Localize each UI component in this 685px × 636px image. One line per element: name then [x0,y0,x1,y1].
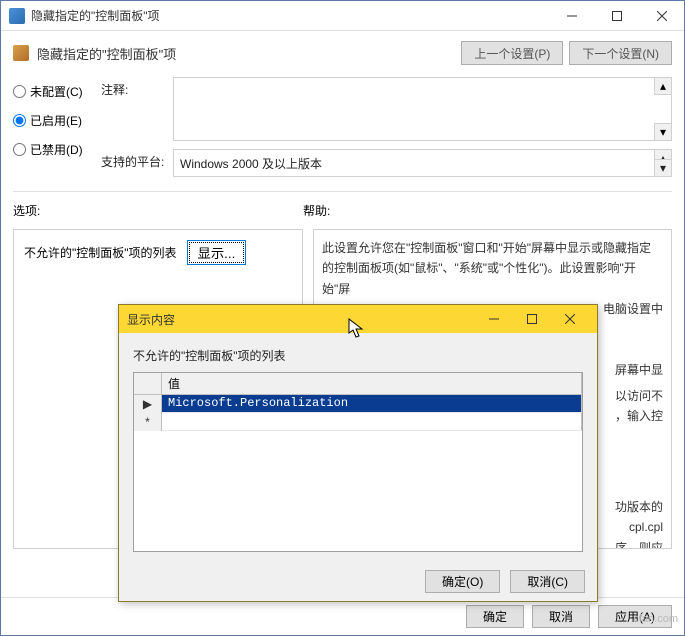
dialog-list-label: 不允许的"控制面板"项的列表 [133,347,583,364]
dialog-ok-button[interactable]: 确定(O) [425,570,500,593]
options-list-label: 不允许的"控制面板"项的列表 [24,244,177,261]
dialog-maximize-button[interactable] [513,305,551,333]
dialog-title: 显示内容 [127,311,175,328]
comment-label: 注释: [101,77,173,98]
grid-marker-header [134,373,162,394]
policy-icon [13,45,29,61]
scroll-up-icon[interactable]: ▴ [654,78,671,95]
scroll-down-icon[interactable]: ▾ [654,123,671,140]
dialog-minimize-button[interactable] [475,305,513,333]
radio-enabled[interactable]: 已启用(E) [13,112,101,129]
radio-disabled[interactable]: 已禁用(D) [13,141,101,158]
dialog-cancel-button[interactable]: 取消(C) [510,570,585,593]
ok-button[interactable]: 确定 [466,605,524,628]
divider [13,191,672,192]
help-text: 此设置允许您在"控制面板"窗口和"开始"屏幕中显示或隐藏指定的控制面板项(如"鼠… [322,238,663,299]
grid-row[interactable]: ▶ Microsoft.Personalization [134,395,582,413]
platform-field: Windows 2000 及以上版本 ▴ ▾ [173,149,672,177]
scroll-down-icon[interactable]: ▾ [654,159,671,176]
close-button[interactable] [639,1,684,31]
prev-setting-button[interactable]: 上一个设置(P) [461,41,563,65]
grid-column-header[interactable]: 值 [162,373,582,394]
grid-cell[interactable]: Microsoft.Personalization [162,395,582,413]
titlebar: 隐藏指定的"控制面板"项 [1,1,684,31]
maximize-button[interactable] [594,1,639,31]
dialog-close-button[interactable] [551,305,589,333]
platform-value: Windows 2000 及以上版本 [180,155,322,172]
policy-name: 隐藏指定的"控制面板"项 [37,44,455,63]
options-label: 选项: [13,202,303,219]
grid-cell[interactable] [162,413,582,431]
comment-textarea[interactable]: ▴ ▾ [173,77,672,141]
watermark: cfan.com [633,613,678,625]
window-title: 隐藏指定的"控制面板"项 [31,7,549,24]
help-label: 帮助: [303,202,672,219]
grid-row[interactable]: * [134,413,582,431]
bottom-button-bar: 确定 取消 应用(A) [1,597,684,635]
row-marker-icon: * [134,413,162,431]
dialog-footer: 确定(O) 取消(C) [119,561,597,601]
show-contents-dialog: 显示内容 不允许的"控制面板"项的列表 值 ▶ Microsoft.Person… [118,304,598,602]
radio-disabled-label: 已禁用(D) [30,141,83,158]
radio-not-configured-label: 未配置(C) [30,83,83,100]
next-setting-button[interactable]: 下一个设置(N) [569,41,672,65]
state-radio-group: 未配置(C) 已启用(E) 已禁用(D) [13,77,101,158]
row-marker-icon: ▶ [134,395,162,413]
radio-not-configured-input[interactable] [13,85,26,98]
radio-enabled-input[interactable] [13,114,26,127]
window-controls [549,1,684,31]
radio-disabled-input[interactable] [13,143,26,156]
radio-enabled-label: 已启用(E) [30,112,82,129]
minimize-button[interactable] [549,1,594,31]
dialog-titlebar: 显示内容 [119,305,597,333]
app-icon [9,8,25,24]
values-grid[interactable]: 值 ▶ Microsoft.Personalization * [133,372,583,552]
header-row: 隐藏指定的"控制面板"项 上一个设置(P) 下一个设置(N) [1,31,684,71]
radio-not-configured[interactable]: 未配置(C) [13,83,101,100]
platform-label: 支持的平台: [101,149,173,170]
show-button[interactable]: 显示... [187,240,247,265]
cancel-button[interactable]: 取消 [532,605,590,628]
